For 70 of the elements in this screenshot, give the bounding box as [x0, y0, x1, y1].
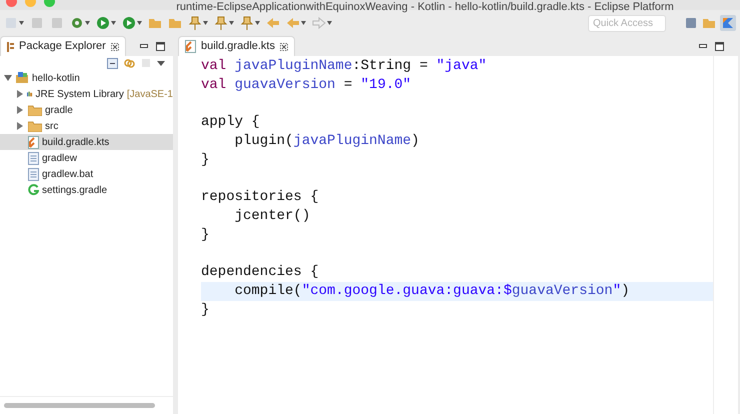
code-line: apply {	[201, 114, 260, 130]
kotlin-file-icon	[185, 40, 196, 53]
run-icon[interactable]	[96, 16, 110, 30]
pin-icon[interactable]	[188, 16, 202, 30]
code-line: compile("com.google.guava:guava:$guavaVersion")	[234, 283, 630, 299]
maximize-icon[interactable]	[156, 42, 165, 50]
dropdown-caret-icon[interactable]	[327, 21, 332, 25]
window-title: runtime-EclipseApplicationwithEquinoxWeaving - Kotlin - hello-kotlin/build.gradle.kts - Eclipse Platform	[175, 2, 674, 13]
file-icon	[28, 168, 39, 180]
folder-icon	[28, 120, 42, 132]
code-line: repositories {	[201, 189, 319, 206]
kotlin-logo-icon[interactable]	[720, 15, 736, 31]
link-icon[interactable]	[124, 58, 135, 68]
editor-tab-label: build.gradle.kts	[201, 39, 275, 54]
pin-icon[interactable]	[240, 16, 254, 30]
tree-item[interactable]: src	[0, 118, 173, 134]
close-icon[interactable]	[280, 42, 288, 50]
tree-item[interactable]: JRE System Library [JavaSE-1	[0, 86, 173, 102]
quick-access-field[interactable]: Quick Access	[588, 14, 666, 32]
minimize-icon[interactable]	[699, 44, 707, 48]
kotlin-file-icon	[28, 136, 39, 148]
tree-item-label: src	[45, 120, 58, 134]
tree-item-label: gradlew.bat	[42, 168, 94, 182]
dropdown-caret-icon[interactable]	[203, 21, 208, 25]
code-line: }	[201, 302, 210, 318]
package-explorer-tab[interactable]: Package Explorer	[0, 36, 126, 56]
code-line: val guavaVersion = "19.0"	[201, 76, 412, 93]
close-icon[interactable]	[110, 42, 119, 50]
tree-item-decoration: [JavaSE-1	[126, 88, 173, 102]
file-icon	[28, 152, 39, 164]
tree-item-label: JRE System Library	[36, 88, 124, 102]
tree-item-label: hello-kotlin	[32, 72, 80, 86]
code-line: }	[201, 152, 210, 168]
code-line: plugin(javaPluginName)	[234, 133, 420, 149]
dropdown-caret-icon[interactable]	[111, 21, 116, 25]
dropdown-caret-icon[interactable]	[19, 21, 24, 25]
tree-item[interactable]: build.gradle.kts	[0, 134, 173, 150]
expanded-caret-icon[interactable]	[4, 74, 12, 82]
tree-item-label: build.gradle.kts	[42, 136, 110, 150]
tree-item-label: gradlew	[42, 152, 78, 166]
collapse-all-icon[interactable]	[107, 58, 118, 68]
minimize-icon[interactable]	[140, 44, 148, 48]
code-line: val javaPluginName:String = "java"	[201, 58, 487, 74]
tree-item[interactable]: settings.gradle	[0, 182, 173, 198]
project-icon	[16, 72, 29, 84]
tree-item-label: gradle	[45, 104, 73, 118]
g-letter-icon	[28, 184, 39, 196]
package-icon	[7, 42, 14, 52]
dropdown-caret-icon[interactable]	[301, 21, 306, 25]
code-editor[interactable]: val javaPluginName:String = "java" val guavaVersion = "19.0" apply { plugin(javaPluginName) } repositories { jcenter() } dependencies { compile("com.google.guava:guava:$guavaVersion") }	[201, 56, 714, 414]
tree-item[interactable]: hello-kotlin	[0, 70, 173, 86]
dropdown-caret-icon[interactable]	[229, 21, 234, 25]
tree-item[interactable]: gradle	[0, 102, 173, 118]
code-line: }	[201, 226, 210, 243]
horizontal-scrollbar[interactable]	[4, 403, 155, 408]
view-menu-icon[interactable]	[157, 60, 165, 66]
maximize-icon[interactable]	[715, 42, 724, 50]
code-line: jcenter()	[234, 208, 310, 224]
code-line: dependencies {	[201, 264, 319, 280]
pin-icon[interactable]	[214, 16, 228, 30]
package-explorer-title: Package Explorer	[19, 39, 106, 54]
tree-item[interactable]: gradlew.bat	[0, 166, 173, 182]
dropdown-caret-icon[interactable]	[85, 21, 90, 25]
dropdown-caret-icon[interactable]	[255, 21, 260, 25]
dropdown-caret-icon[interactable]	[137, 21, 142, 25]
editor-tab[interactable]: build.gradle.kts	[178, 36, 295, 56]
tree-item-label: settings.gradle	[42, 184, 108, 198]
run-icon[interactable]	[122, 16, 136, 30]
folder-icon	[28, 104, 42, 116]
tree-item[interactable]: gradlew	[0, 150, 173, 166]
